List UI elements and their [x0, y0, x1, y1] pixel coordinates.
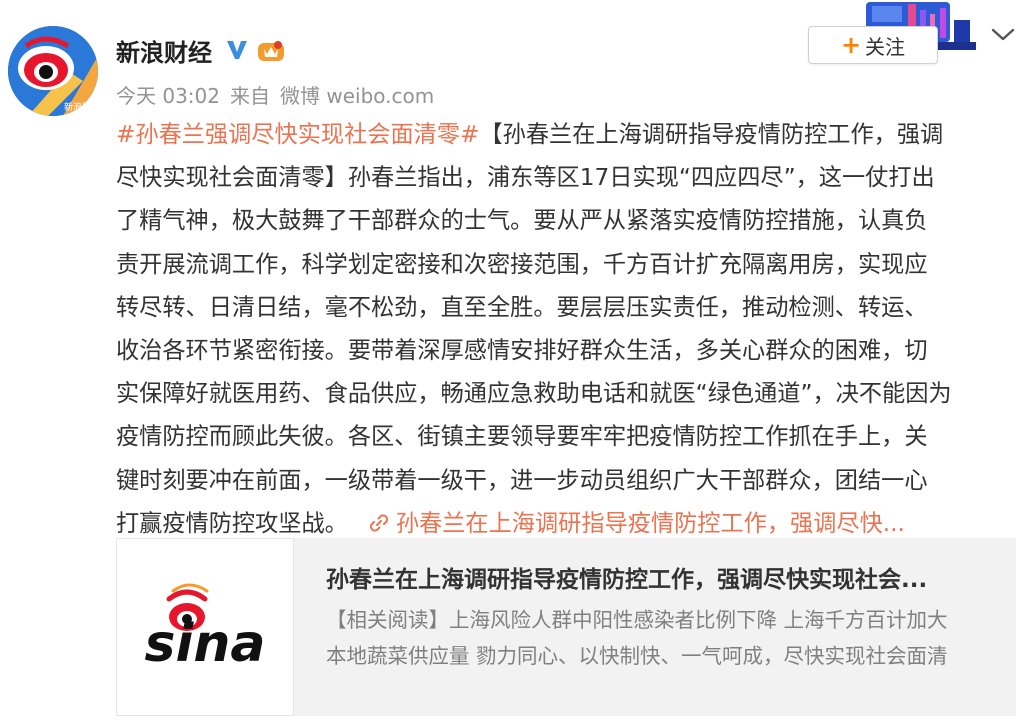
web-link[interactable]: 孙春兰在上海调研指导疫情防控工作，强调尽快... — [368, 510, 905, 537]
post-line: 尽快实现社会面清零】孙春兰指出，浦东等区17日实现“四应四尽”，这一仗打出 — [116, 164, 935, 192]
post-line: 实保障好就医用药、食品供应，畅通应急救助电话和就医“绿色通道”，决不能因为 — [116, 380, 952, 408]
svg-text:新浪财: 新浪财 — [64, 101, 91, 113]
sina-logo-icon: sina — [117, 539, 293, 715]
card-desc-line: 本地蔬菜供应量 勠力同心、以快制快、一气呵成，尽快实现社会面清 — [326, 644, 948, 668]
chevron-down-icon[interactable] — [990, 24, 1016, 44]
post-source[interactable]: 微博 weibo.com — [280, 80, 434, 109]
follow-button[interactable]: + 关注 — [808, 26, 938, 64]
account-header: 新浪财经 — [116, 32, 286, 68]
sina-eye-avatar-icon: 新浪财 — [8, 26, 98, 116]
post-line: 键时刻要冲在前面，一级带着一级干，进一步动员组织广大干部群众，团结一心 — [116, 466, 928, 494]
card-description: 【相关阅读】上海风险人群中阳性感染者比例下降 上海千方百计加大 本地蔬菜供应量 … — [326, 602, 1006, 674]
post-line: 收治各环节紧密衔接。要带着深厚感情安排好群众生活，多关心群众的困难，切 — [116, 336, 928, 364]
post-line-text: 打赢疫情防控攻坚战。 — [116, 509, 348, 537]
plus-icon: + — [840, 31, 862, 59]
post-line: 责开展流调工作，科学划定密接和次密接范围，千方百计扩充隔离用房，实现应 — [116, 250, 928, 278]
card-thumbnail: sina — [116, 538, 294, 716]
card-desc-line: 【相关阅读】上海风险人群中阳性感染者比例下降 上海千方百计加大 — [326, 608, 948, 632]
link-icon — [368, 505, 390, 532]
card-logo-text: sina — [145, 614, 266, 674]
post-line: 了精气神，极大鼓舞了干部群众的士气。要从严从紧落实疫情防控措施，认真负 — [116, 207, 928, 235]
account-name[interactable]: 新浪财经 — [116, 33, 212, 68]
follow-button-label: 关注 — [865, 34, 906, 59]
post-line: 疫情防控而顾此失彼。各区、街镇主要领导要牢牢把疫情防控工作抓在手上，关 — [116, 423, 928, 451]
account-avatar[interactable]: 新浪财 — [8, 26, 98, 116]
hashtag-link[interactable]: #孙春兰强调尽快实现社会面清零# — [116, 121, 479, 148]
post-text: #孙春兰强调尽快实现社会面清零#【孙春兰在上海调研指导疫情防控工作，强调 尽快实… — [116, 113, 1016, 545]
link-preview-card[interactable]: sina 孙春兰在上海调研指导疫情防控工作，强调尽快实现社会... 【相关阅读】… — [116, 538, 1016, 716]
vip-crown-icon[interactable] — [256, 37, 286, 63]
post-meta: 今天 03:02 来自 微博 weibo.com — [116, 80, 434, 109]
web-link-text: 孙春兰在上海调研指导疫情防控工作，强调尽快... — [395, 509, 905, 537]
post-line-text: 【孙春兰在上海调研指导疫情防控工作，强调 — [479, 121, 944, 148]
verified-badge-icon[interactable] — [224, 37, 250, 63]
post-time[interactable]: 今天 03:02 — [116, 80, 220, 109]
source-prefix: 来自 — [230, 84, 270, 108]
post-line: 转尽转、日清日结，毫不松劲，直至全胜。要层层压实责任，推动检测、转运、 — [116, 293, 928, 321]
post-line: #孙春兰强调尽快实现社会面清零#【孙春兰在上海调研指导疫情防控工作，强调 — [116, 113, 1016, 156]
card-title[interactable]: 孙春兰在上海调研指导疫情防控工作，强调尽快实现社会... — [326, 560, 1006, 594]
